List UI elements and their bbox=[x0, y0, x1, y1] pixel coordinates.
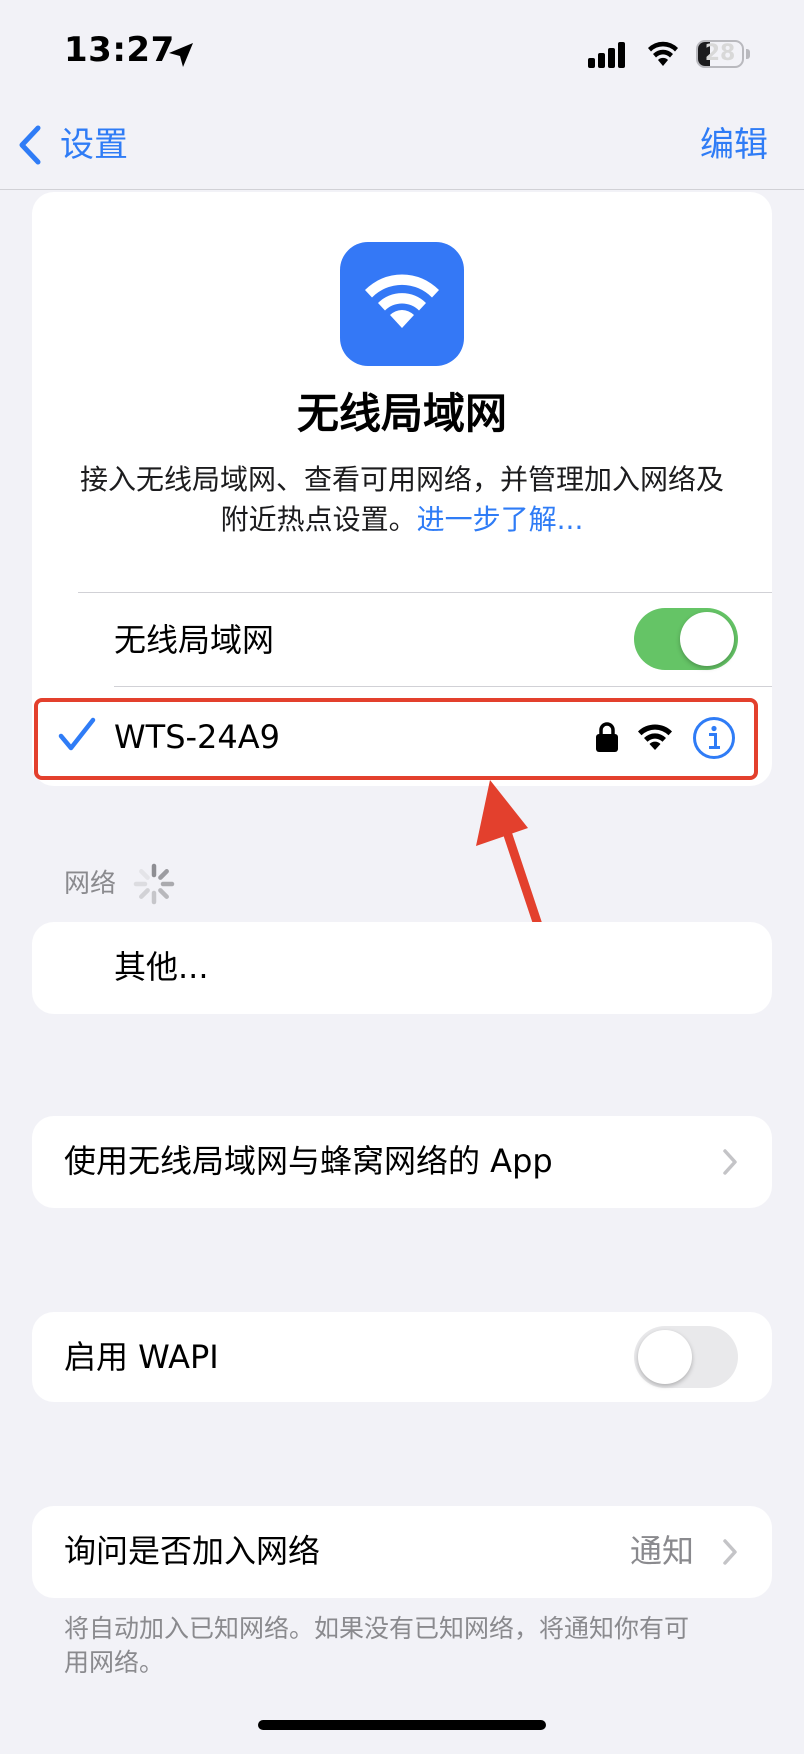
divider bbox=[114, 686, 772, 687]
chevron-right-icon bbox=[723, 1149, 737, 1175]
loading-spinner-icon bbox=[133, 863, 175, 905]
edit-button[interactable]: 编辑 bbox=[700, 122, 768, 168]
wifi-app-icon bbox=[340, 242, 464, 366]
description-text: 接入无线局域网、查看可用网络，并管理加入网络及附近热点设置。 bbox=[79, 463, 724, 536]
wapi-label: 启用 WAPI bbox=[64, 1338, 219, 1376]
networks-section-label: 网络 bbox=[64, 869, 117, 899]
ask-to-join-value: 通知 bbox=[630, 1532, 695, 1570]
chevron-left-icon[interactable] bbox=[14, 122, 44, 168]
page-title: 无线局域网 bbox=[296, 389, 507, 438]
battery-icon: 28 bbox=[696, 40, 752, 70]
wapi-toggle[interactable] bbox=[634, 1326, 738, 1388]
wifi-toggle[interactable] bbox=[634, 608, 738, 670]
apps-row-label: 使用无线局域网与蜂窝网络的 App bbox=[64, 1142, 553, 1180]
other-network-label: 其他... bbox=[114, 948, 209, 986]
chevron-right-icon bbox=[723, 1539, 737, 1565]
learn-more-link[interactable]: 进一步了解... bbox=[417, 503, 584, 536]
annotation-highlight-box bbox=[34, 698, 758, 780]
cellular-signal-icon bbox=[588, 42, 625, 68]
divider bbox=[78, 592, 772, 593]
location-arrow-icon bbox=[169, 43, 193, 67]
status-time: 13:27 bbox=[64, 30, 175, 70]
wifi-icon bbox=[648, 41, 678, 66]
ask-to-join-footnote: 将自动加入已知网络。如果没有已知网络，将通知你有可用网络。 bbox=[64, 1614, 690, 1677]
battery-level: 28 bbox=[704, 41, 736, 66]
back-button[interactable]: 设置 bbox=[60, 122, 128, 168]
page-description: 接入无线局域网、查看可用网络，并管理加入网络及附近热点设置。进一步了解... bbox=[70, 460, 734, 540]
wifi-toggle-label: 无线局域网 bbox=[114, 621, 275, 659]
ask-to-join-label: 询问是否加入网络 bbox=[64, 1532, 321, 1570]
wifi-icon bbox=[365, 274, 439, 328]
home-indicator[interactable] bbox=[258, 1720, 546, 1730]
